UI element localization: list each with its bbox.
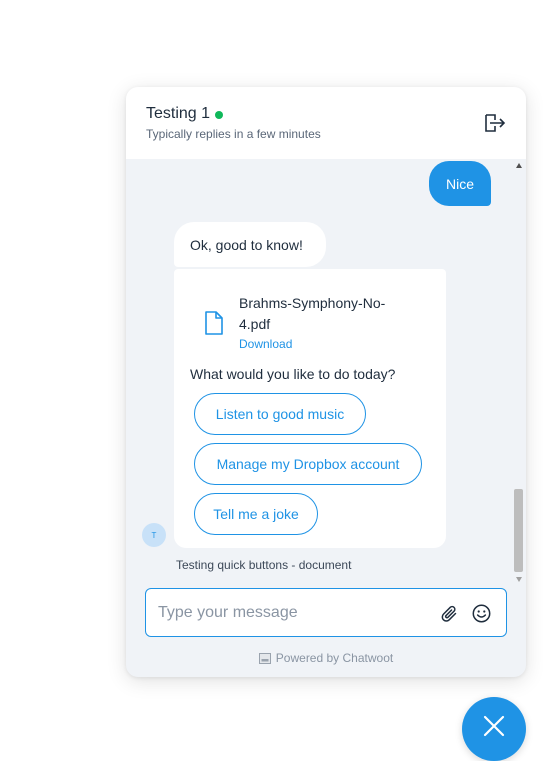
scroll-down-arrow-icon[interactable]	[516, 577, 522, 582]
exit-icon[interactable]	[484, 113, 506, 133]
widget-launcher-button[interactable]	[462, 697, 526, 761]
message-list: Nice Ok, good to know! Brahms-Symphony-N…	[126, 159, 512, 587]
question-text: What would you like to do today?	[190, 366, 396, 382]
chat-widget: Testing 1 Typically replies in a few min…	[126, 87, 526, 677]
reply-time-subtitle: Typically replies in a few minutes	[146, 127, 321, 141]
message-caption: Testing quick buttons - document	[176, 558, 352, 572]
agent-name: Testing 1	[146, 105, 211, 122]
file-name: Brahms-Symphony-No-4.pdf	[239, 295, 386, 332]
download-link[interactable]: Download	[239, 337, 414, 351]
attachment-card: Brahms-Symphony-No-4.pdf Download What w…	[174, 269, 446, 548]
emoji-icon[interactable]	[472, 604, 491, 623]
paperclip-icon[interactable]	[440, 604, 460, 624]
user-message-bubble: Nice	[429, 161, 491, 206]
message-composer	[145, 588, 507, 637]
avatar: T	[142, 523, 166, 547]
quick-button-manage-dropbox[interactable]: Manage my Dropbox account	[194, 443, 422, 485]
scroll-up-arrow-icon[interactable]	[516, 163, 522, 168]
chatwoot-logo-icon	[258, 652, 271, 664]
quick-button-listen-music[interactable]: Listen to good music	[194, 393, 366, 435]
bot-message-bubble: Ok, good to know!	[174, 222, 326, 267]
file-attachment: Brahms-Symphony-No-4.pdf Download	[204, 293, 414, 351]
message-scrollbar[interactable]	[512, 159, 526, 587]
close-icon	[483, 715, 505, 742]
scrollbar-thumb[interactable]	[514, 489, 523, 572]
title-row: Testing 1	[146, 105, 506, 123]
file-icon	[204, 311, 228, 341]
powered-by-footer[interactable]: Powered by Chatwoot	[126, 651, 526, 665]
online-status-dot	[215, 110, 224, 119]
message-input[interactable]	[158, 601, 428, 625]
chat-header: Testing 1 Typically replies in a few min…	[126, 87, 526, 159]
quick-button-tell-joke[interactable]: Tell me a joke	[194, 493, 318, 535]
powered-by-text: Powered by Chatwoot	[275, 651, 394, 665]
